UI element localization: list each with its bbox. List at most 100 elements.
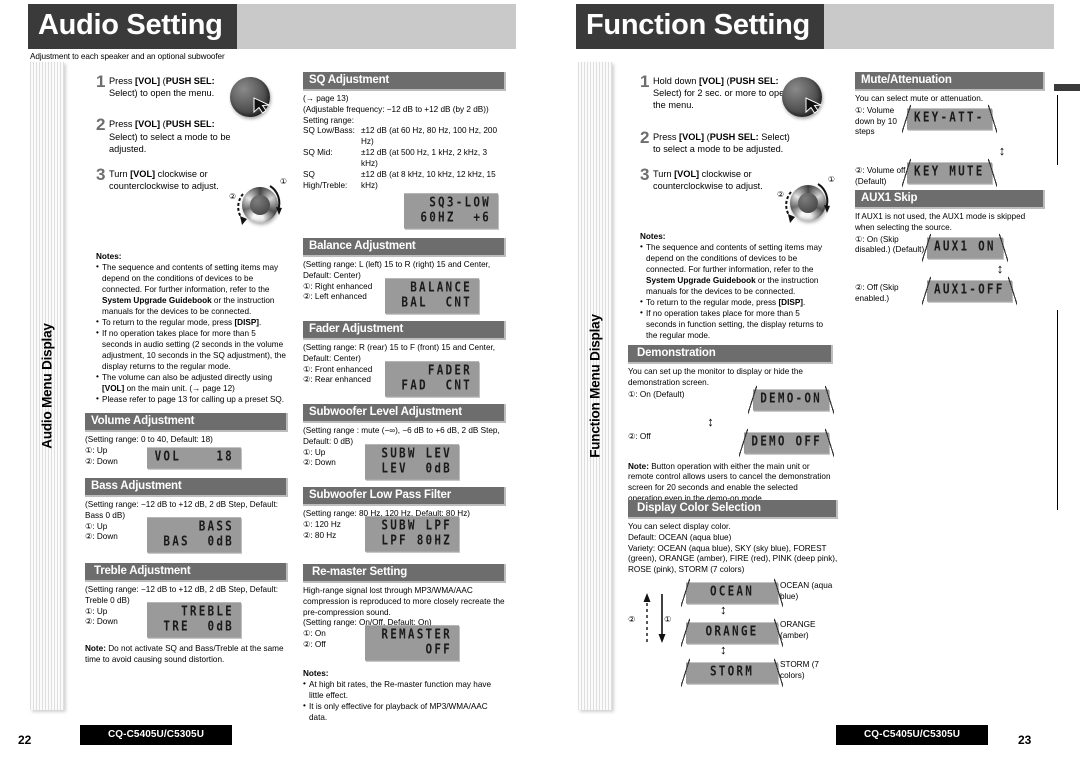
lcd-display: SQ3-LOW 60HZ +6 <box>404 193 498 230</box>
section-mute-attenuation: Mute/Attenuation You can select mute or … <box>855 72 1045 188</box>
model-tag-left: CQ-C5405U/C5305U <box>80 725 232 745</box>
sq-line: Setting range: <box>303 115 354 125</box>
section-display-color-selection: Display Color Selection You can select d… <box>628 500 838 697</box>
section-title: SQ Adjustment <box>303 72 506 91</box>
lcd-line-1: KEY-ATT- <box>914 109 985 125</box>
lcd-line-2: BAS 0dB <box>163 533 234 549</box>
option-1: ①: Volume down by 10 steps <box>855 105 897 137</box>
page-title: Audio Setting <box>38 8 223 41</box>
notes-heading: Notes: <box>96 252 122 261</box>
steps-list-function: 1 Hold down [VOL] (PUSH SEL: Select) for… <box>640 72 800 204</box>
notes-audio: Notes: The sequence and contents of sett… <box>96 252 286 406</box>
sq-line: (Adjustable frequency: −12 dB to +12 dB … <box>303 104 489 114</box>
lcd-display: BALANCE BAL CNT <box>385 277 479 314</box>
lcd-line-1: REMASTER <box>381 626 452 643</box>
section-desc: You can select mute or attenuation. <box>855 94 984 103</box>
note-item: It is only effective for playback of MP3… <box>303 701 506 724</box>
section-title: Fader Adjustment <box>303 321 506 340</box>
section-bass-adjustment: Bass Adjustment (Setting range: −12 dB t… <box>85 478 288 553</box>
section-title: Bass Adjustment <box>85 478 288 497</box>
step-number: 3 <box>640 165 650 185</box>
lcd-display: AUX1-OFF <box>922 277 1012 305</box>
notes-list: The sequence and contents of setting ite… <box>96 262 286 406</box>
rotation-arrows-icon <box>237 185 282 225</box>
lcd-line-1: TREBLE <box>181 603 234 619</box>
option-2: ②: Rear enhanced <box>303 375 371 385</box>
option-2: ②: Down <box>303 458 336 468</box>
section-title: Subwoofer Level Adjustment <box>303 404 506 423</box>
updown-arrow-icon: ↕ <box>720 602 727 618</box>
step-text: Press [VOL] (PUSH SEL: Select) to select… <box>653 131 790 154</box>
section-title: Treble Adjustment <box>85 563 288 582</box>
note-item: To return to the regular mode, press [DI… <box>96 317 286 329</box>
option-1: ①: On (Skip disabled.) (Default) <box>855 234 925 255</box>
lcd-line-1: OCEAN <box>709 583 755 600</box>
sq-line: (→ page 13) <box>303 94 349 103</box>
lcd-line-1: VOL 18 <box>154 448 234 464</box>
lcd-line-1: SUBW LEV <box>381 445 452 461</box>
lcd-line-1: ORANGE <box>705 623 759 640</box>
lcd-line-1: BALANCE <box>410 279 472 295</box>
vol-push-knob-illustration <box>780 76 824 120</box>
notes-function: Notes: The sequence and contents of sett… <box>640 232 830 342</box>
lcd-display: TREBLE TRE 0dB <box>147 601 241 638</box>
lcd-display: SUBW LPF LPF 80HZ <box>365 516 459 552</box>
color-caption: OCEAN (aqua blue) <box>780 581 833 601</box>
section-title: Subwoofer Low Pass Filter <box>303 487 506 506</box>
masthead-function: Function Setting <box>576 4 1054 49</box>
lcd-display: OCEAN <box>681 579 778 607</box>
section-remaster-setting: Re-master Setting High-range signal lost… <box>303 564 506 724</box>
section-options: ①: Right enhanced ②: Left enhanced <box>303 282 385 311</box>
note-item: Please refer to page 13 for calling up a… <box>96 394 286 406</box>
note-item: The volume can also be adjusted directly… <box>96 372 286 395</box>
section-title: Volume Adjustment <box>85 413 288 432</box>
color-caption: ORANGE (amber) <box>780 620 816 640</box>
section-title: AUX1 Skip <box>855 190 1045 209</box>
side-tab-audio-menu-display: Audio Menu Display <box>30 62 64 710</box>
section-title: Demonstration <box>628 345 833 364</box>
color-line: You can select display color. <box>628 522 731 531</box>
section-subwoofer-lpf: Subwoofer Low Pass Filter (Setting range… <box>303 487 506 552</box>
lcd-display: VOL 18 <box>147 447 241 469</box>
section-fader-adjustment: Fader Adjustment (Setting range: R (rear… <box>303 321 506 397</box>
option-1: ①: On <box>303 629 326 639</box>
step-text: Turn [VOL] clockwise or counterclockwise… <box>109 169 219 192</box>
step-number: 2 <box>640 127 650 147</box>
section-desc: If AUX1 is not used, the AUX1 mode is sk… <box>855 212 1026 232</box>
lcd-display: FADER FAD CNT <box>385 360 479 397</box>
lcd-line-1: SQ3-LOW <box>429 194 491 211</box>
sq-row-value: ±12 dB (at 60 Hz, 80 Hz, 100 Hz, 200 Hz) <box>361 126 498 147</box>
page-title: Function Setting <box>586 8 810 41</box>
section-title: Display Color Selection <box>628 500 838 519</box>
lcd-line-2: LPF 80HZ <box>381 532 452 548</box>
lcd-line-1: AUX1 ON <box>934 238 996 254</box>
step-item: 2 Press [VOL] (PUSH SEL: Select) to sele… <box>640 127 800 155</box>
step-number: 1 <box>640 72 650 91</box>
option-1: ①: Right enhanced <box>303 281 373 291</box>
sq-row-label: SQ High/Treble: <box>303 169 348 190</box>
color-mark-2: ② <box>628 615 636 625</box>
lcd-line-2: BAL CNT <box>401 294 472 310</box>
page-number-right: 23 <box>1018 733 1032 747</box>
step-text: Hold down [VOL] (PUSH SEL: Select) for 2… <box>653 76 790 111</box>
lcd-line-1: DEMO OFF <box>751 433 822 449</box>
section-options: ①: 120 Hz ②: 80 Hz <box>303 520 365 549</box>
section-options: ①: Up ②: Down <box>85 607 147 635</box>
step-text: Press [VOL] (PUSH SEL: Select) to open t… <box>109 76 215 99</box>
option-2: ②: Down <box>85 532 118 542</box>
notes-heading: Notes: <box>640 232 666 241</box>
option-1: ①: Up <box>85 521 108 531</box>
section-title: Mute/Attenuation <box>855 72 1045 91</box>
option-2: ②: Volume off (Default) <box>855 166 906 187</box>
updown-arrow-icon: ↕ <box>720 642 727 658</box>
side-tab-label: Audio Menu Display <box>39 323 55 449</box>
lcd-display: AUX1 ON <box>922 233 1003 261</box>
sq-row-label: SQ Mid: <box>303 148 333 158</box>
lcd-line-1: KEY MUTE <box>914 163 985 180</box>
section-desc: You can set up the monitor to display or… <box>628 367 803 387</box>
updown-arrow-icon: ↕ <box>998 143 1006 159</box>
edge-index-tabs: English Audio Setting, Function Setting <box>1054 0 1080 763</box>
cycle-direction-arrows-icon <box>643 593 666 644</box>
step-item: 3 Turn [VOL] clockwise or counterclockwi… <box>96 166 241 192</box>
lcd-display: DEMO-ON <box>748 386 829 414</box>
